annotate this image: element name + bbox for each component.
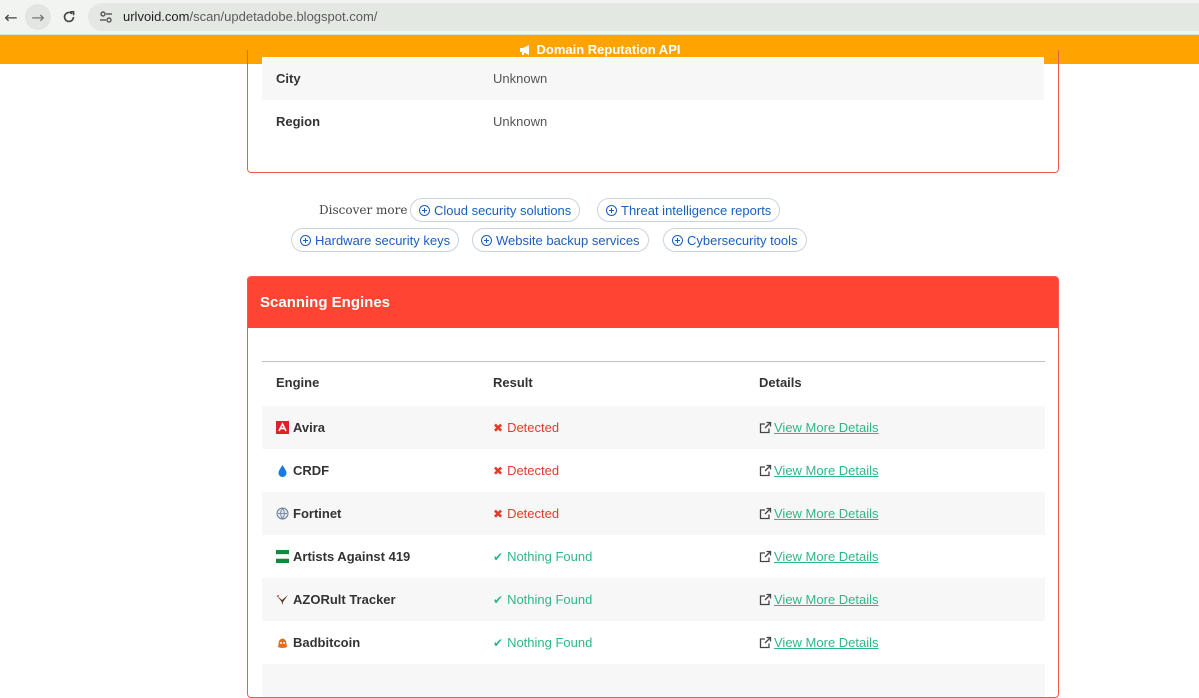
view-more-details-link[interactable]: View More Details	[759, 621, 879, 664]
result-cell: ✖ Detected	[493, 406, 559, 449]
azorult-tracker-logo-icon	[277, 595, 288, 605]
crdf-logo-icon	[278, 465, 287, 477]
chip-label: Cloud security solutions	[434, 202, 572, 218]
result-cell: ✖ Detected	[493, 449, 559, 492]
x-mark-icon: ✖	[493, 506, 504, 521]
column-header-result: Result	[493, 375, 533, 390]
table-row: Avira ✖ Detected View More Details	[262, 406, 1045, 449]
chip-hardware-security-keys[interactable]: Hardware security keys	[291, 228, 460, 252]
external-link-icon	[759, 464, 772, 477]
result-cell: ✖ Detected	[493, 492, 559, 535]
engine-cell: Badbitcoin	[276, 621, 360, 664]
chip-label: Threat intelligence reports	[621, 202, 772, 218]
external-link-icon	[759, 507, 772, 520]
avira-logo-icon	[276, 421, 289, 434]
info-key: Region	[276, 114, 321, 129]
info-row-city: City Unknown	[262, 57, 1044, 100]
chip-label: Cybersecurity tools	[687, 232, 798, 248]
details-link-text: View More Details	[774, 463, 879, 478]
view-more-details-link[interactable]: View More Details	[759, 449, 879, 492]
table-row: Artists Against 419 ✔ Nothing Found View …	[262, 535, 1045, 578]
result-text: Nothing Found	[507, 549, 593, 564]
discover-more-label: Discover more	[319, 203, 408, 217]
table-row: Fortinet ✖ Detected View More Details	[262, 492, 1045, 535]
address-bar[interactable]: urlvoid.com/scan/updetadobe.blogspot.com…	[88, 3, 1199, 31]
engine-cell: Fortinet	[276, 492, 341, 535]
table-divider	[262, 361, 1045, 362]
result-text: Detected	[507, 463, 560, 478]
chip-threat-intelligence-reports[interactable]: Threat intelligence reports	[597, 198, 781, 222]
plus-circle-icon	[300, 234, 311, 246]
back-arrow-icon[interactable]: ←	[0, 4, 24, 30]
details-link-text: View More Details	[774, 635, 879, 650]
chip-label: Hardware security keys	[315, 232, 451, 248]
result-text: Nothing Found	[507, 592, 593, 607]
column-header-engine: Engine	[276, 375, 320, 390]
details-link-text: View More Details	[774, 420, 879, 435]
external-link-icon	[759, 421, 772, 434]
result-text: Detected	[507, 506, 560, 521]
details-link-text: View More Details	[774, 549, 879, 564]
forward-arrow-icon[interactable]: →	[25, 4, 51, 30]
view-more-details-link[interactable]: View More Details	[759, 578, 879, 621]
info-key: City	[276, 71, 301, 86]
chip-website-backup-services[interactable]: Website backup services	[472, 228, 649, 252]
browser-toolbar: ← → urlvoid.com/scan/updetadobe.blogspot…	[0, 0, 1199, 35]
engine-cell: CRDF	[276, 449, 329, 492]
table-row: AZORult Tracker ✔ Nothing Found View More…	[262, 578, 1045, 621]
result-text: Detected	[507, 420, 560, 435]
engine-name: AZORult Tracker	[293, 592, 396, 607]
x-mark-icon: ✖	[493, 420, 504, 435]
table-row: CRDF ✖ Detected View More Details	[262, 449, 1045, 492]
engine-cell: AZORult Tracker	[276, 578, 396, 621]
plus-circle-icon	[481, 234, 492, 246]
engine-cell: Artists Against 419	[276, 535, 410, 578]
engine-cell: Avira	[276, 406, 325, 449]
result-text: Nothing Found	[507, 635, 593, 650]
table-row: Badbitcoin ✔ Nothing Found View More Deta…	[262, 621, 1045, 664]
plus-circle-icon	[419, 204, 430, 216]
engine-name: Avira	[293, 420, 326, 435]
plus-circle-icon	[606, 204, 617, 216]
details-link-text: View More Details	[774, 506, 879, 521]
scanning-engines-card: Scanning Engines Engine Result Details A…	[247, 276, 1059, 698]
chip-label: Website backup services	[496, 232, 640, 248]
result-cell: ✔ Nothing Found	[493, 621, 592, 664]
scanning-engines-title: Scanning Engines	[248, 277, 1058, 328]
checkmark-icon: ✔	[493, 592, 504, 607]
column-header-details: Details	[759, 375, 802, 390]
chip-cybersecurity-tools[interactable]: Cybersecurity tools	[663, 228, 807, 252]
view-more-details-link[interactable]: View More Details	[759, 535, 879, 578]
reload-icon[interactable]	[56, 4, 82, 30]
view-more-details-link[interactable]: View More Details	[759, 492, 879, 535]
external-link-icon	[759, 593, 772, 606]
result-cell: ✔ Nothing Found	[493, 578, 592, 621]
details-link-text: View More Details	[774, 592, 879, 607]
plus-circle-icon	[672, 234, 683, 246]
info-row-region: Region Unknown	[262, 100, 1044, 143]
url-host: urlvoid.com	[123, 9, 190, 24]
result-cell: ✔ Nothing Found	[493, 535, 592, 578]
info-value: Unknown	[493, 71, 548, 86]
external-link-icon	[759, 636, 772, 649]
engine-name: Artists Against 419	[293, 549, 411, 564]
url-path: /scan/updetadobe.blogspot.com/	[189, 9, 378, 24]
engine-name: Fortinet	[293, 506, 342, 521]
x-mark-icon: ✖	[493, 463, 504, 478]
info-value: Unknown	[493, 114, 548, 129]
view-more-details-link[interactable]: View More Details	[759, 406, 879, 449]
site-settings-icon[interactable]	[98, 9, 114, 25]
external-link-icon	[759, 550, 772, 563]
checkmark-icon: ✔	[493, 549, 504, 564]
location-info-box: City Unknown Region Unknown	[247, 50, 1059, 173]
engine-name: CRDF	[293, 463, 330, 478]
chip-cloud-security-solutions[interactable]: Cloud security solutions	[410, 198, 581, 222]
checkmark-icon: ✔	[493, 635, 504, 650]
badbitcoin-logo-icon	[278, 638, 287, 648]
engine-name: Badbitcoin	[293, 635, 361, 650]
fortinet-logo-icon	[276, 507, 289, 520]
artists-against-419-logo-icon	[276, 550, 289, 563]
url-text[interactable]: urlvoid.com/scan/updetadobe.blogspot.com…	[123, 9, 377, 24]
table-row	[262, 664, 1045, 697]
